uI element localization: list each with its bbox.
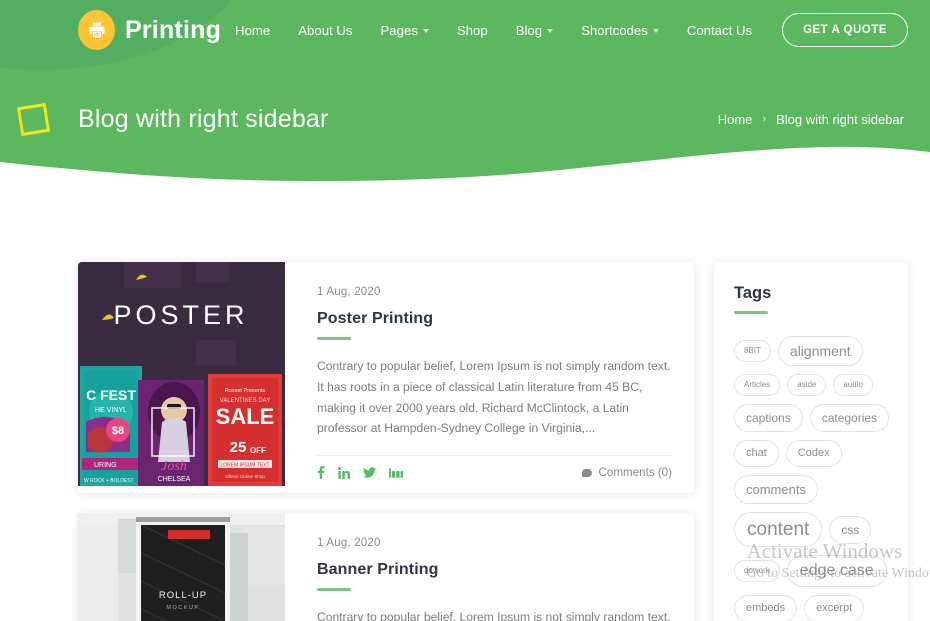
widget-title-underline <box>734 311 768 314</box>
post-content: 1 Aug, 2020 Banner Printing Contrary to … <box>285 513 694 621</box>
post-footer: Comments (0) <box>317 455 672 480</box>
blog-post-card[interactable]: POSTER C FEST HE VINYL $8 URING W ROCK +… <box>78 262 694 494</box>
svg-text:25: 25 <box>230 439 247 456</box>
social-share-links <box>317 466 403 480</box>
comment-bubble-icon <box>581 468 592 477</box>
svg-text:MOCKUP: MOCKUP <box>166 605 199 611</box>
breadcrumb: Home › Blog with right sidebar <box>718 112 906 127</box>
page-title-row: Blog with right sidebar Home › Blog with… <box>0 60 930 151</box>
tag-link[interactable]: excerpt <box>804 595 865 621</box>
nav-item-about-us[interactable]: About Us <box>284 17 366 44</box>
post-excerpt: Contrary to popular belief, Lorem Ipsum … <box>317 359 671 436</box>
svg-text:URING: URING <box>94 462 117 469</box>
svg-text:Rosset Presents: Rosset Presents <box>225 388 266 394</box>
svg-text:SALE: SALE <box>216 404 275 429</box>
svg-text:ROLL-UP: ROLL-UP <box>159 590 207 601</box>
breadcrumb-current: Blog with right sidebar <box>776 111 904 127</box>
sidebar: Tags 8BIT alignment Articles aside audio… <box>714 262 908 621</box>
post-title[interactable]: Poster Printing <box>317 310 672 328</box>
nav-label: Shortcodes <box>581 22 648 38</box>
tags-widget: Tags 8BIT alignment Articles aside audio… <box>714 262 908 621</box>
content-wrapper: POSTER C FEST HE VINYL $8 URING W ROCK +… <box>0 186 930 621</box>
blog-list: POSTER C FEST HE VINYL $8 URING W ROCK +… <box>78 262 694 621</box>
tag-link[interactable]: embeds <box>734 595 798 621</box>
nav-item-contact-us[interactable]: Contact Us <box>673 17 766 44</box>
comments-label: Comments (0) <box>598 466 672 480</box>
svg-text:C FEST: C FEST <box>86 387 136 403</box>
post-thumbnail[interactable]: ROLL-UP MOCKUP BLACK SUPER SALE FRIDAY <box>78 513 285 621</box>
nav-item-blog[interactable]: Blog <box>502 17 567 44</box>
svg-text:W ROCK + BOLDEST: W ROCK + BOLDEST <box>84 478 134 484</box>
post-excerpt: Contrary to popular belief, Lorem Ipsum … <box>317 610 671 621</box>
tag-link[interactable]: Articles <box>734 374 781 396</box>
tag-link[interactable]: content <box>734 512 823 547</box>
digg-icon[interactable] <box>389 468 403 478</box>
nav-label: Pages <box>380 22 418 38</box>
main-navigation: Home About Us Pages Shop Blog Shortcodes <box>221 13 908 47</box>
nav-item-shortcodes[interactable]: Shortcodes <box>567 17 673 44</box>
tag-link[interactable]: edge case <box>786 555 887 587</box>
tag-link[interactable]: categories <box>809 404 890 432</box>
chevron-down-icon <box>547 29 554 33</box>
printer-icon <box>78 10 115 50</box>
nav-label: About Us <box>298 22 353 38</box>
nav-item-pages[interactable]: Pages <box>366 17 442 44</box>
title-underline <box>317 588 351 592</box>
nav-item-shop[interactable]: Shop <box>443 17 502 44</box>
tag-link[interactable]: captions <box>734 404 803 432</box>
tag-link[interactable]: alignment <box>777 336 863 366</box>
linkedin-icon[interactable] <box>338 466 350 479</box>
nav-label: Blog <box>515 22 543 38</box>
breadcrumb-separator-icon: › <box>762 113 767 126</box>
tag-cloud: 8BIT alignment Articles aside audio capt… <box>734 336 890 621</box>
page-title: Blog with right sidebar <box>78 104 329 133</box>
post-date: 1 Aug, 2020 <box>317 537 381 550</box>
tag-link[interactable]: chat <box>734 440 779 467</box>
post-content: 1 Aug, 2020 Poster Printing Contrary to … <box>285 262 694 493</box>
comments-count[interactable]: Comments (0) <box>581 466 672 480</box>
svg-text:Offers! Online Shop: Offers! Online Shop <box>225 474 265 479</box>
get-a-quote-button[interactable]: GET A QUOTE <box>782 13 908 47</box>
breadcrumb-home[interactable]: Home <box>718 112 753 127</box>
post-title[interactable]: Banner Printing <box>317 561 672 579</box>
tag-link[interactable]: aside <box>787 374 827 396</box>
site-header: Printing Home About Us Pages Shop Blog S… <box>0 0 930 186</box>
svg-text:Josh: Josh <box>161 459 187 474</box>
nav-label: Contact Us <box>686 22 753 38</box>
chevron-down-icon <box>422 29 429 33</box>
brand-name: Printing <box>125 15 222 44</box>
tag-link[interactable]: 8BIT <box>734 340 771 362</box>
tag-link[interactable]: Codex <box>785 440 842 467</box>
svg-text:LOREM IPSUM TEXT: LOREM IPSUM TEXT <box>220 463 269 469</box>
twitter-icon[interactable] <box>363 467 376 478</box>
post-thumbnail[interactable]: POSTER C FEST HE VINYL $8 URING W ROCK +… <box>78 262 285 486</box>
blog-post-card[interactable]: ROLL-UP MOCKUP BLACK SUPER SALE FRIDAY 1… <box>78 513 694 621</box>
navbar: Printing Home About Us Pages Shop Blog S… <box>0 0 930 60</box>
title-underline <box>317 337 351 340</box>
chevron-down-icon <box>652 29 659 33</box>
banner-printing-image: ROLL-UP MOCKUP BLACK SUPER SALE FRIDAY <box>78 513 285 621</box>
svg-text:CHELSEA: CHELSEA <box>158 476 191 483</box>
svg-text:HE VINYL: HE VINYL <box>95 407 127 414</box>
post-date: 1 Aug, 2020 <box>317 286 381 298</box>
nav-item-home[interactable]: Home <box>221 17 284 44</box>
poster-printing-image: POSTER C FEST HE VINYL $8 URING W ROCK +… <box>78 262 285 486</box>
nav-label: Shop <box>456 22 488 38</box>
tag-link[interactable]: audio <box>833 374 873 396</box>
facebook-icon[interactable] <box>317 466 325 480</box>
tags-widget-title: Tags <box>734 284 772 302</box>
tag-link[interactable]: dowork <box>734 560 780 582</box>
svg-text:$8: $8 <box>112 425 124 437</box>
tag-link[interactable]: comments <box>734 475 818 504</box>
brand-logo[interactable]: Printing <box>78 10 221 50</box>
svg-text:POSTER: POSTER <box>113 300 248 330</box>
page-body: POSTER C FEST HE VINYL $8 URING W ROCK +… <box>0 186 930 621</box>
tag-link[interactable]: css <box>829 515 872 544</box>
nav-label: Home <box>235 22 271 38</box>
svg-text:OFF: OFF <box>250 446 266 455</box>
